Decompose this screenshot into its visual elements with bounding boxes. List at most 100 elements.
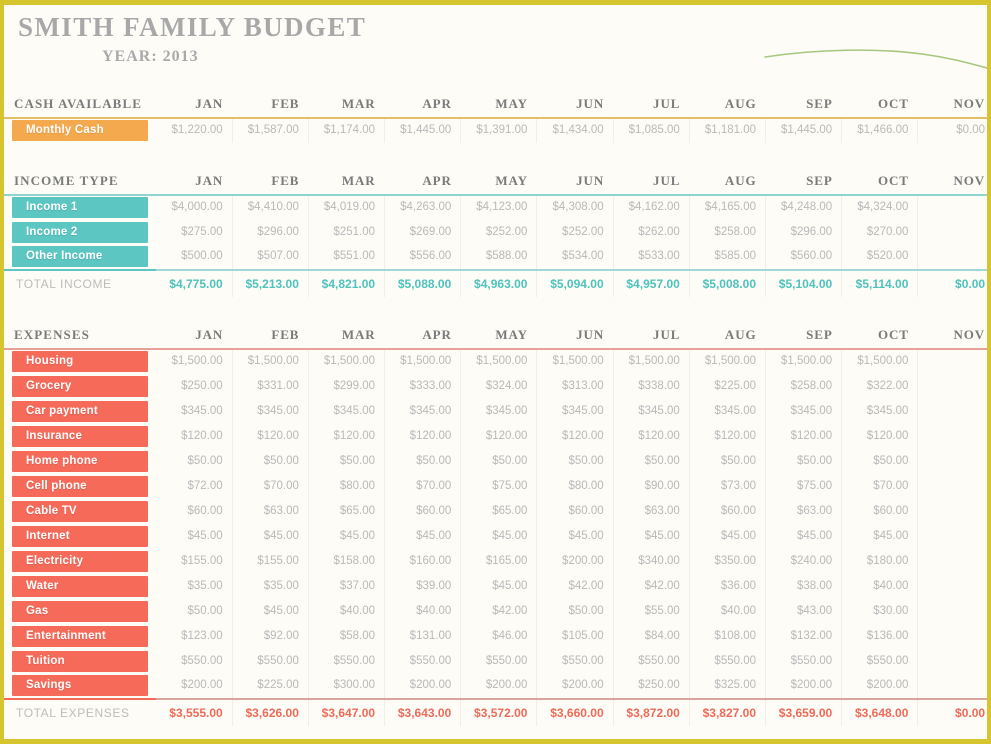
expense-cell[interactable]: $120.00: [460, 423, 538, 449]
expense-cell[interactable]: [918, 449, 987, 474]
table-row[interactable]: Car payment $345.00 $345.00 $345.00 $345…: [4, 398, 987, 424]
income2-cell-apr[interactable]: $269.00: [384, 219, 462, 245]
expense-cell[interactable]: $225.00: [689, 373, 767, 399]
expense-cell[interactable]: $55.00: [613, 598, 690, 624]
expense-cell[interactable]: $550.00: [232, 648, 309, 674]
otherincome-cell-mar[interactable]: $551.00: [308, 244, 386, 270]
expense-cell[interactable]: $70.00: [841, 473, 919, 499]
expense-cell[interactable]: $45.00: [232, 598, 309, 624]
expense-cell[interactable]: $45.00: [384, 523, 462, 549]
cash-cell-aug[interactable]: $1,181.00: [689, 117, 767, 143]
expense-cell[interactable]: $200.00: [841, 673, 919, 699]
income1-cell-feb[interactable]: $4,410.00: [232, 194, 309, 220]
table-row[interactable]: Cell phone $72.00 $70.00 $80.00 $70.00 $…: [4, 473, 987, 499]
income2-cell-jun[interactable]: $252.00: [536, 219, 614, 245]
expense-cell[interactable]: $345.00: [689, 398, 767, 424]
expense-cell[interactable]: $50.00: [613, 448, 690, 474]
expense-cell[interactable]: [918, 524, 987, 549]
table-row[interactable]: Insurance $120.00 $120.00 $120.00 $120.0…: [4, 423, 987, 449]
expense-cell[interactable]: $50.00: [536, 448, 614, 474]
expense-cell[interactable]: $200.00: [765, 673, 843, 699]
expense-cell[interactable]: $1,500.00: [384, 348, 462, 374]
expense-cell[interactable]: $313.00: [536, 373, 614, 399]
expense-cell[interactable]: $131.00: [384, 623, 462, 649]
expense-cell[interactable]: [918, 674, 987, 699]
table-row[interactable]: Savings $200.00 $225.00 $300.00 $200.00 …: [4, 673, 987, 699]
expense-cell[interactable]: $58.00: [308, 623, 386, 649]
expense-cell[interactable]: $550.00: [613, 648, 690, 674]
expense-cell[interactable]: $300.00: [308, 673, 386, 699]
otherincome-cell-apr[interactable]: $556.00: [384, 244, 462, 270]
cash-cell-nov[interactable]: $0.00: [918, 118, 987, 143]
income1-cell-may[interactable]: $4,123.00: [460, 194, 538, 220]
expense-cell[interactable]: $123.00: [156, 623, 233, 649]
expense-cell[interactable]: $120.00: [536, 423, 614, 449]
expense-cell[interactable]: $45.00: [156, 523, 233, 549]
expense-cell[interactable]: $40.00: [384, 598, 462, 624]
expense-cell[interactable]: $1,500.00: [308, 348, 386, 374]
expense-cell[interactable]: $60.00: [156, 498, 233, 524]
expense-cell[interactable]: $37.00: [308, 573, 386, 599]
expense-cell[interactable]: $338.00: [613, 373, 690, 399]
expense-cell[interactable]: $120.00: [841, 423, 919, 449]
expense-cell[interactable]: $120.00: [613, 423, 690, 449]
expense-cell[interactable]: $70.00: [384, 473, 462, 499]
expense-cell[interactable]: $39.00: [384, 573, 462, 599]
expense-cell[interactable]: $80.00: [536, 473, 614, 499]
income1-cell-oct[interactable]: $4,324.00: [841, 194, 919, 220]
expense-cell[interactable]: $331.00: [232, 373, 309, 399]
expense-cell[interactable]: [918, 599, 987, 624]
expense-cell[interactable]: $200.00: [156, 673, 233, 699]
expense-cell[interactable]: $1,500.00: [613, 348, 690, 374]
expense-cell[interactable]: $43.00: [765, 598, 843, 624]
income2-cell-mar[interactable]: $251.00: [308, 219, 386, 245]
expense-cell[interactable]: $240.00: [765, 548, 843, 574]
income1-cell-mar[interactable]: $4,019.00: [308, 194, 386, 220]
expense-cell[interactable]: $345.00: [308, 398, 386, 424]
expense-cell[interactable]: $550.00: [765, 648, 843, 674]
expense-cell[interactable]: $250.00: [613, 673, 690, 699]
expense-cell[interactable]: $45.00: [460, 523, 538, 549]
cash-cell-mar[interactable]: $1,174.00: [308, 117, 386, 143]
expense-cell[interactable]: $350.00: [689, 548, 767, 574]
table-row[interactable]: Water $35.00 $35.00 $37.00 $39.00 $45.00…: [4, 573, 987, 599]
expense-cell[interactable]: $73.00: [689, 473, 767, 499]
expense-cell[interactable]: $132.00: [765, 623, 843, 649]
expense-cell[interactable]: $50.00: [308, 448, 386, 474]
income1-cell-aug[interactable]: $4,165.00: [689, 194, 767, 220]
expense-cell[interactable]: $84.00: [613, 623, 690, 649]
expense-cell[interactable]: $120.00: [308, 423, 386, 449]
expense-cell[interactable]: $60.00: [384, 498, 462, 524]
expense-cell[interactable]: $92.00: [232, 623, 309, 649]
expense-cell[interactable]: $136.00: [841, 623, 919, 649]
expense-cell[interactable]: [918, 549, 987, 574]
income2-cell-feb[interactable]: $296.00: [232, 219, 309, 245]
cash-cell-feb[interactable]: $1,587.00: [232, 117, 309, 143]
expense-cell[interactable]: $42.00: [536, 573, 614, 599]
expense-cell[interactable]: $120.00: [384, 423, 462, 449]
income2-cell-jul[interactable]: $262.00: [613, 219, 690, 245]
expense-cell[interactable]: $105.00: [536, 623, 614, 649]
expense-cell[interactable]: $325.00: [689, 673, 767, 699]
expense-cell[interactable]: $200.00: [536, 548, 614, 574]
expense-cell[interactable]: $75.00: [765, 473, 843, 499]
expense-cell[interactable]: $60.00: [841, 498, 919, 524]
table-row[interactable]: Internet $45.00 $45.00 $45.00 $45.00 $45…: [4, 523, 987, 549]
table-row[interactable]: Housing $1,500.00 $1,500.00 $1,500.00 $1…: [4, 348, 987, 374]
expense-cell[interactable]: $50.00: [689, 448, 767, 474]
expense-cell[interactable]: $180.00: [841, 548, 919, 574]
expense-cell[interactable]: $258.00: [765, 373, 843, 399]
expense-cell[interactable]: $45.00: [841, 523, 919, 549]
expense-cell[interactable]: $50.00: [841, 448, 919, 474]
expense-cell[interactable]: $45.00: [460, 573, 538, 599]
expense-cell[interactable]: $50.00: [384, 448, 462, 474]
expense-cell[interactable]: $35.00: [156, 573, 233, 599]
table-row[interactable]: Monthly Cash $1,220.00 $1,587.00 $1,174.…: [4, 117, 987, 143]
expense-cell[interactable]: $63.00: [613, 498, 690, 524]
table-row[interactable]: Electricity $155.00 $155.00 $158.00 $160…: [4, 548, 987, 574]
expense-cell[interactable]: $165.00: [460, 548, 538, 574]
expense-cell[interactable]: $65.00: [460, 498, 538, 524]
expense-cell[interactable]: $158.00: [308, 548, 386, 574]
expense-cell[interactable]: $120.00: [689, 423, 767, 449]
income1-cell-apr[interactable]: $4,263.00: [384, 194, 462, 220]
